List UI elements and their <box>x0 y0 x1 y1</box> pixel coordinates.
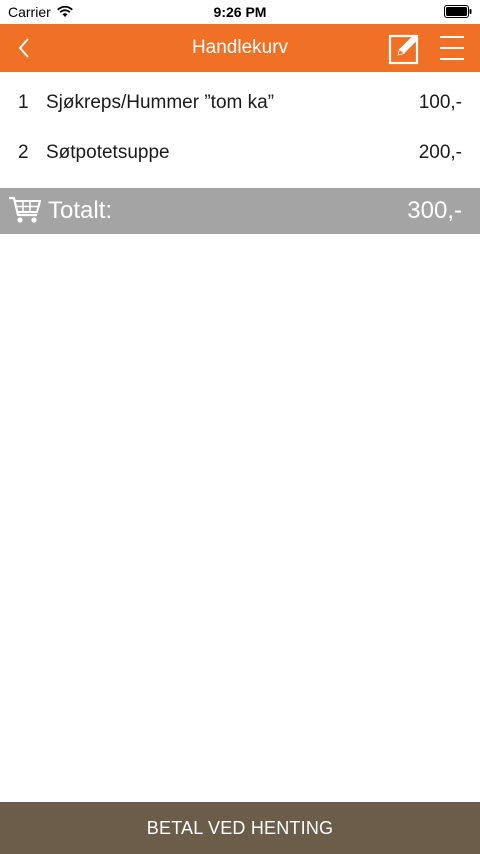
total-bar: Totalt: 300,- <box>0 188 480 234</box>
item-price: 100,- <box>418 92 462 113</box>
battery-icon <box>444 5 472 21</box>
cart-icon <box>9 196 42 223</box>
item-name: Sjøkreps/Hummer ”tom ka” <box>46 92 275 113</box>
total-value: 300,- <box>407 197 462 224</box>
item-name: Søtpotetsuppe <box>46 142 170 163</box>
hamburger-menu-icon <box>440 36 464 38</box>
status-bar: Carrier 9:26 PM <box>0 0 480 24</box>
menu-line <box>440 58 464 60</box>
page-title: Handlekurv <box>191 37 289 58</box>
nav-bar: Handlekurv <box>0 24 480 72</box>
item-index: 1 <box>18 92 29 113</box>
cart-item[interactable]: 2 Søtpotetsuppe 200,- <box>0 128 480 178</box>
pay-on-pickup-button[interactable]: BETAL VED HENTING <box>0 802 480 854</box>
cart-item[interactable]: 1 Sjøkreps/Hummer ”tom ka” 100,- <box>0 78 480 128</box>
chevron-left-icon <box>18 38 29 58</box>
cart-item-list: 1 Sjøkreps/Hummer ”tom ka” 100,- 2 Søtpo… <box>0 78 480 178</box>
back-button[interactable] <box>10 34 38 62</box>
total-label: Totalt: <box>48 197 113 224</box>
item-price: 200,- <box>418 142 462 163</box>
item-index: 2 <box>18 142 29 163</box>
menu-line <box>440 47 464 49</box>
edit-icon <box>388 34 419 65</box>
menu-button[interactable] <box>440 33 468 63</box>
edit-button[interactable] <box>388 31 422 65</box>
status-time: 9:26 PM <box>213 4 267 20</box>
